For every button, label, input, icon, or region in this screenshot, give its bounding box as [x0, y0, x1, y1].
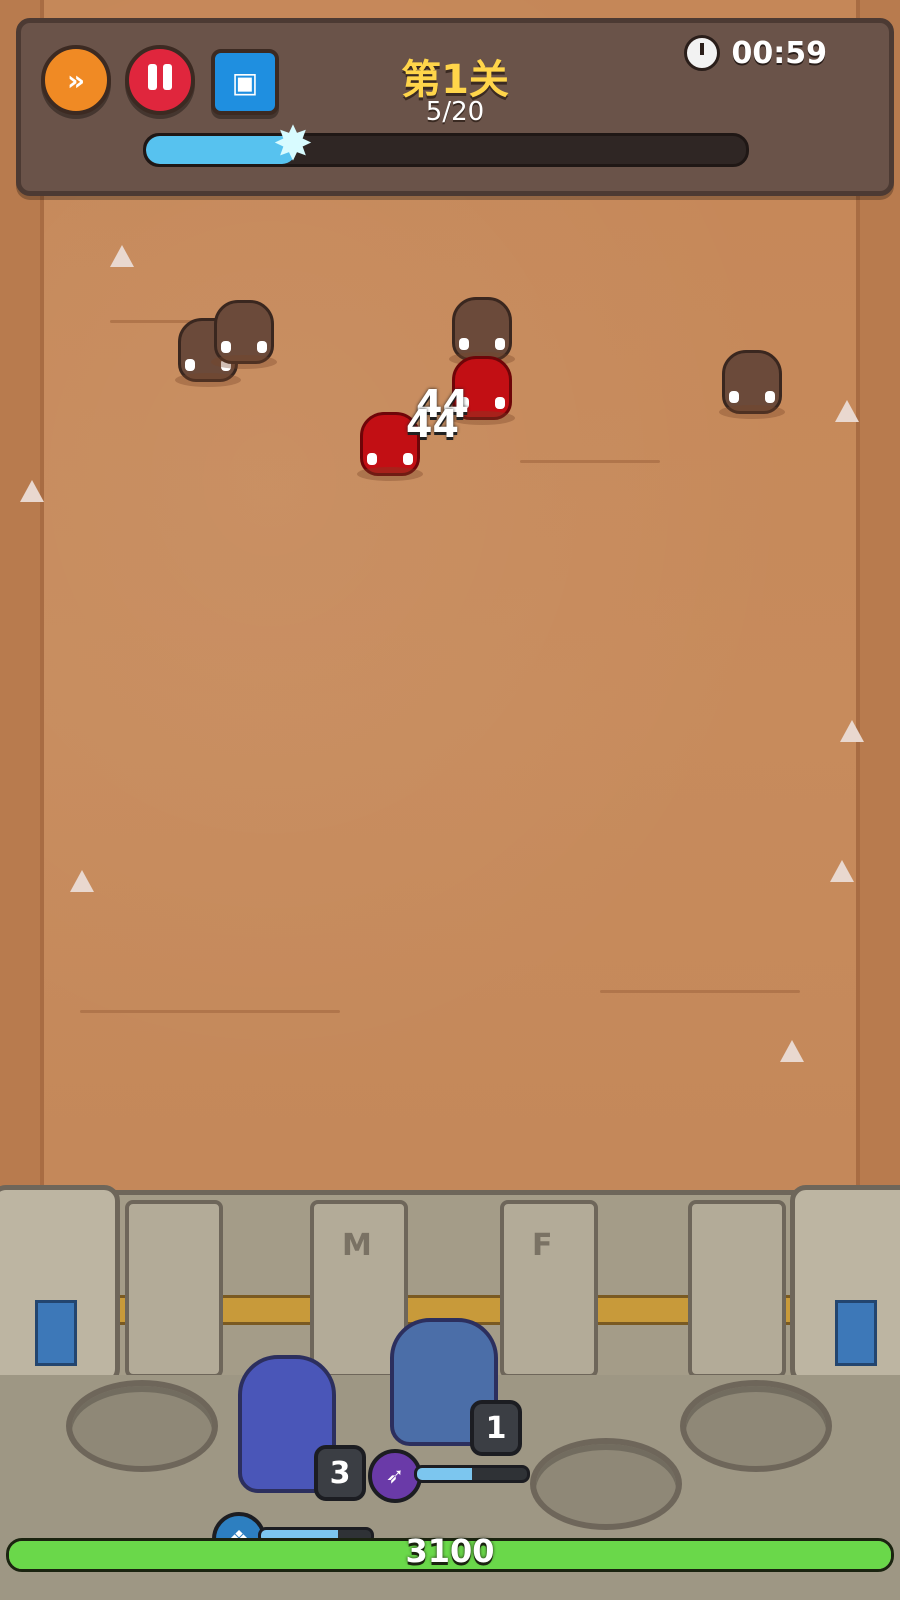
ground-crack [520, 460, 660, 463]
wall-rune: M [342, 1228, 372, 1263]
rock-spike [835, 400, 859, 422]
timer: 00:59 [683, 35, 828, 71]
blue-banner [835, 1300, 877, 1366]
boar-enemy [449, 297, 515, 366]
boar-enemy [719, 350, 785, 419]
base-hp-text: 3100 [405, 1532, 495, 1570]
wall-pillar [688, 1200, 786, 1378]
rock-spike [110, 245, 134, 267]
ice-mage-hero[interactable]: 3 [220, 1345, 366, 1501]
timer-text: 00:59 [731, 35, 828, 71]
ground-crack [600, 990, 800, 993]
hero-mana-bar [414, 1465, 530, 1483]
hero-mana-fill [417, 1468, 472, 1480]
clock-icon [683, 35, 720, 71]
progress-spark-icon: ✸ [272, 116, 314, 172]
wave-progress-text: 5/20 [425, 97, 485, 127]
wave-progress-bar [143, 133, 749, 167]
hero-slot-pad[interactable] [680, 1380, 832, 1472]
blue-banner [35, 1300, 77, 1366]
rock-spike [830, 860, 854, 882]
rock-spike [780, 1040, 804, 1062]
hero-level-badge: 3 [314, 1445, 366, 1501]
wall-rune: F [532, 1228, 553, 1263]
rock-spike [20, 480, 44, 502]
dark-archer-hero[interactable]: 1 [370, 1310, 522, 1460]
left-tower [0, 1185, 120, 1385]
top-hud: » ▣ 第1关 5/20 ✸ 00:59 [16, 18, 894, 196]
hero-slot-pad[interactable] [66, 1380, 218, 1472]
boar-enemy [211, 300, 277, 369]
wall-pillar [125, 1200, 223, 1378]
rock-spike [840, 720, 864, 742]
ground-crack [80, 1010, 340, 1013]
right-tower [790, 1185, 900, 1385]
hero-level-badge: 1 [470, 1400, 522, 1456]
rock-spike [70, 870, 94, 892]
damage-number: 44 [406, 402, 459, 446]
hero-slot-pad[interactable] [530, 1438, 682, 1530]
